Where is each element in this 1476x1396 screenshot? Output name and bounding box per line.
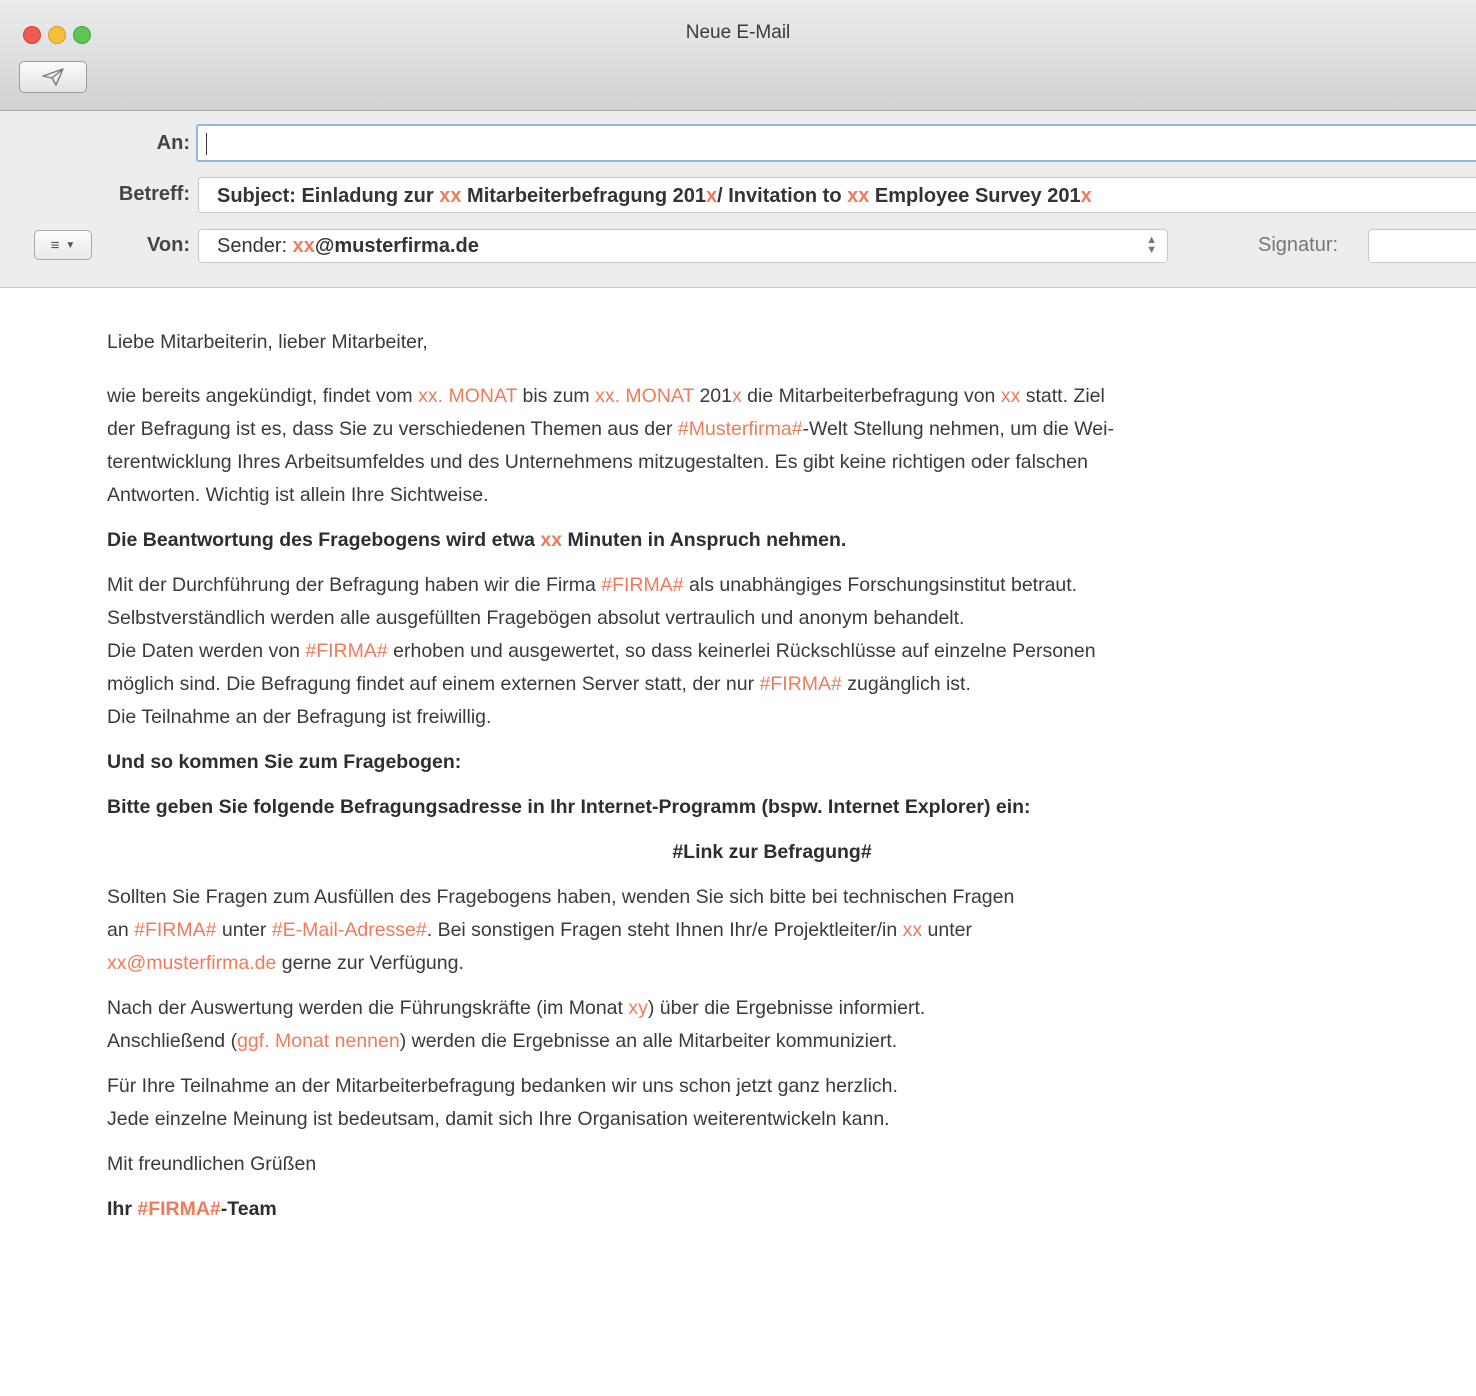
subject-text: / Invitation to bbox=[717, 185, 848, 207]
paragraph-privacy: Mit der Durchführung der Befragung haben… bbox=[107, 574, 1096, 728]
paragraph-intro: wie bereits angekündigt, findet vom xx. … bbox=[107, 385, 1114, 506]
signature-label: Signatur: bbox=[1258, 234, 1339, 256]
window-title: Neue E-Mail bbox=[685, 22, 791, 43]
to-label: An: bbox=[156, 132, 190, 154]
paragraph-results: Nach der Auswertung werden die Führungsk… bbox=[107, 997, 926, 1052]
chevron-down-icon: ▼ bbox=[65, 239, 76, 251]
format-menu-button[interactable]: ≡ ▼ bbox=[34, 230, 92, 260]
duration-note: Die Beantwortung des Fragebogens wird et… bbox=[107, 529, 847, 551]
survey-link[interactable]: #Link zur Befragung# bbox=[107, 836, 1437, 869]
closing: Mit freundlichen Grüßen bbox=[107, 1153, 317, 1175]
paragraph-contact: Sollten Sie Fragen zum Ausfüllen des Fra… bbox=[107, 886, 1015, 974]
send-button[interactable] bbox=[19, 61, 87, 93]
to-row: An: bbox=[0, 122, 1476, 164]
email-link[interactable]: xx@musterfirma.de bbox=[107, 952, 276, 974]
from-placeholder: xx bbox=[292, 235, 315, 257]
subject-text: Mitarbeiterbefragung 201 bbox=[461, 185, 706, 207]
subject-placeholder: x bbox=[1080, 185, 1092, 207]
paper-plane-icon bbox=[42, 68, 64, 86]
subject-placeholder: x bbox=[706, 185, 718, 207]
instructions-text: Bitte geben Sie folgende Befragungsadres… bbox=[107, 796, 1031, 818]
window-titlebar: Neue E-Mail bbox=[0, 0, 1476, 111]
compose-header: An: Betreff: Subject: Einladung zur xx M… bbox=[0, 111, 1476, 288]
subject-row: Betreff: Subject: Einladung zur xx Mitar… bbox=[0, 175, 1476, 215]
greeting: Liebe Mitarbeiterin, lieber Mitarbeiter, bbox=[107, 331, 428, 353]
subject-text: Employee Survey 201 bbox=[869, 185, 1081, 207]
paragraph-thanks: Für Ihre Teilnahme an der Mitarbeiterbef… bbox=[107, 1075, 898, 1130]
list-icon: ≡ bbox=[50, 236, 60, 254]
subject-placeholder: xx bbox=[847, 185, 870, 207]
from-row: ≡ ▼ Von: Sender: xx@musterfirma.de ▲ ▼ Sig… bbox=[0, 227, 1476, 267]
to-input[interactable] bbox=[196, 124, 1476, 162]
text-caret bbox=[206, 133, 207, 155]
signature-line: Ihr #FIRMA#-Team bbox=[107, 1198, 277, 1220]
subject-input[interactable]: Subject: Einladung zur xx Mitarbeiterbef… bbox=[198, 177, 1476, 213]
from-select[interactable]: Sender: xx@musterfirma.de ▲ ▼ bbox=[198, 229, 1168, 263]
message-body[interactable]: Liebe Mitarbeiterin, lieber Mitarbeiter,… bbox=[107, 326, 1437, 1226]
subject-label: Betreff: bbox=[118, 183, 190, 205]
subject-text: Subject: Einladung zur bbox=[217, 185, 440, 207]
select-stepper-icon: ▲ ▼ bbox=[1146, 234, 1157, 256]
from-domain: @musterfirma.de bbox=[314, 235, 479, 257]
instructions-heading: Und so kommen Sie zum Fragebogen: bbox=[107, 751, 462, 773]
from-label: Von: bbox=[147, 234, 190, 256]
subject-placeholder: xx bbox=[439, 185, 462, 207]
from-prefix: Sender: bbox=[217, 235, 293, 257]
signature-select[interactable] bbox=[1368, 229, 1476, 263]
